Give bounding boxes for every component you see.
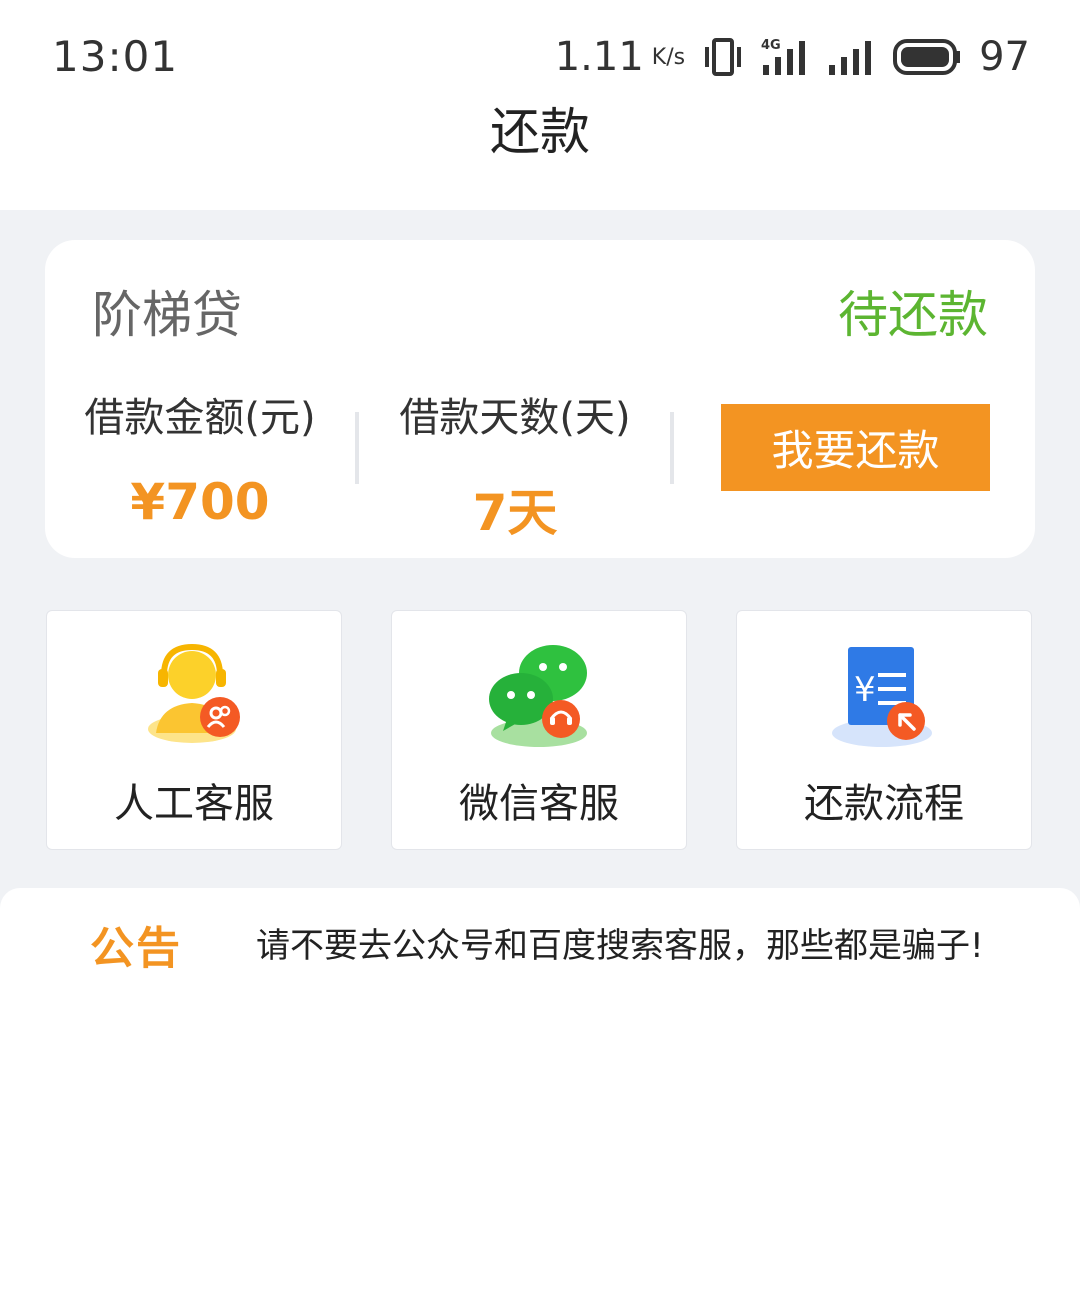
battery-icon [893,39,961,75]
service-label: 微信客服 [459,781,619,827]
service-label: 人工客服 [114,781,274,827]
signal-icon [827,37,875,77]
network-speed-unit: K/s [651,44,686,70]
wechat-chat-icon [487,641,593,747]
stat-divider [355,412,359,484]
status-icons: 1.11 K/s 4G 97 [555,32,1030,82]
svg-text:¥: ¥ [854,670,876,710]
notice-tag: 公告 [90,923,182,974]
page-title: 还款 [490,103,590,161]
loan-product-name: 阶梯贷 [92,286,242,344]
network-speed: 1.11 [554,34,644,80]
loan-amount-stat: 借款金额(元) ¥700 [45,385,355,531]
stat-divider [670,412,674,484]
service-tile-wechat-support[interactable]: 微信客服 [391,610,687,850]
4g-signal-icon: 4G [761,37,809,77]
service-label: 还款流程 [804,781,964,827]
loan-days-stat: 借款天数(天) 7天 [360,385,670,545]
service-tile-human-support[interactable]: 人工客服 [46,610,342,850]
repay-button[interactable]: 我要还款 [721,404,990,491]
notice-bar: 公告 请不要去公众号和百度搜索客服，那些都是骗子! [0,888,1080,992]
loan-days-value: 7天 [472,484,558,542]
status-time: 13:01 [52,32,179,81]
status-bar: 13:01 1.11 K/s 4G 97 [0,0,1080,92]
loan-card: 阶梯贷 待还款 借款金额(元) ¥700 借款天数(天) 7天 我要还款 [45,240,1035,558]
customer-service-agent-icon [142,641,248,747]
svg-text:4G: 4G [761,38,781,53]
service-tile-repayment-process[interactable]: ¥ 还款流程 [736,610,1032,850]
battery-percent: 97 [979,34,1030,80]
loan-amount-value: ¥700 [130,473,270,531]
loan-status-badge: 待还款 [838,286,988,344]
loan-amount-label: 借款金额(元) [84,395,316,441]
loan-days-label: 借款天数(天) [399,395,631,441]
repayment-process-icon: ¥ [832,641,938,747]
vibrate-icon [703,37,743,77]
notice-text: 请不要去公众号和百度搜索客服，那些都是骗子! [256,926,984,966]
